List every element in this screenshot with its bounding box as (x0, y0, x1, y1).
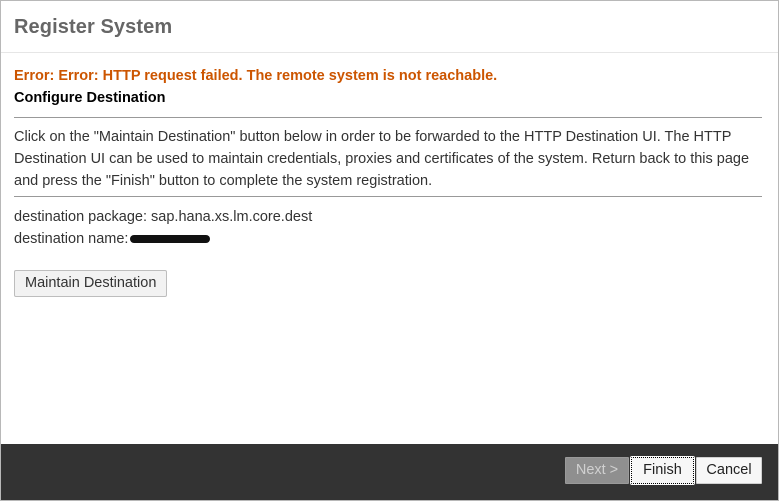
dialog-header: Register System (1, 1, 778, 53)
destination-name-row: destination name: (14, 228, 762, 250)
dialog-content: Error: Error: HTTP request failed. The r… (14, 53, 762, 297)
cancel-button[interactable]: Cancel (696, 457, 762, 484)
register-system-dialog: Register System Error: Error: HTTP reque… (0, 0, 779, 501)
redacted-destination-name (130, 235, 211, 244)
description-text: Click on the "Maintain Destination" butt… (14, 129, 750, 189)
section-title: Configure Destination (14, 90, 166, 106)
destination-package: destination package: sap.hana.xs.lm.core… (14, 209, 313, 225)
finish-button[interactable]: Finish (630, 456, 695, 485)
dialog-footer: Next > Finish Cancel (1, 444, 778, 500)
next-button[interactable]: Next > (565, 457, 629, 484)
divider (14, 117, 762, 118)
divider (14, 196, 762, 197)
destination-name-label: destination name: (14, 231, 129, 247)
dialog-title: Register System (14, 16, 173, 38)
destination-info: destination package: sap.hana.xs.lm.core… (14, 206, 762, 250)
error-message: Error: Error: HTTP request failed. The r… (14, 68, 498, 84)
maintain-destination-button[interactable]: Maintain Destination (14, 270, 168, 297)
